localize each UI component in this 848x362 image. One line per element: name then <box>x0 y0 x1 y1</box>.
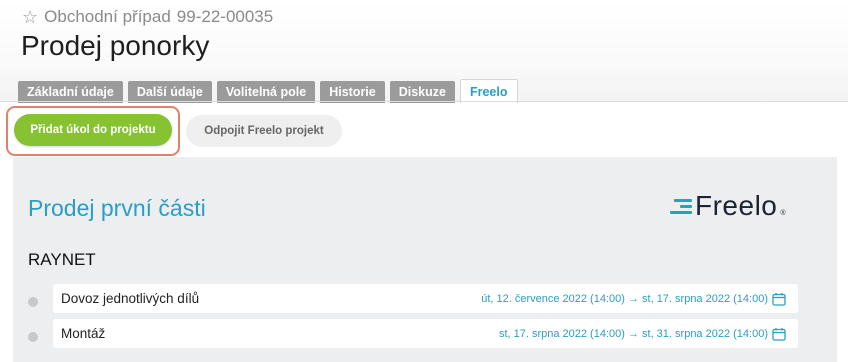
case-number: 99-22-00035 <box>176 7 274 26</box>
tab-freelo[interactable]: Freelo <box>459 79 518 103</box>
task-row[interactable]: Montáž st, 17. srpna 2022 (14:00) → st, … <box>53 319 798 348</box>
tab-label: Volitelná pole <box>225 85 307 99</box>
task-status-dot[interactable] <box>28 332 38 342</box>
freelo-project-panel: Prodej první části Freelo ® RAYNET Dovoz… <box>13 157 837 362</box>
tab-more-info[interactable]: Další údaje <box>127 81 212 103</box>
tab-label: Základní údaje <box>27 85 114 99</box>
task-name: Montáž <box>61 326 106 341</box>
tab-label: Historie <box>329 85 376 99</box>
registered-mark: ® <box>780 210 786 217</box>
tab-bar: Základní údaje Další údaje Volitelná pol… <box>18 79 518 103</box>
add-task-button[interactable]: Přidat úkol do projektu <box>14 114 172 146</box>
case-line: ☆ Obchodní případ 99-22-00035 <box>22 6 273 28</box>
project-title[interactable]: Prodej první části <box>28 195 206 222</box>
tab-label: Diskuze <box>398 85 446 99</box>
freelo-mark-icon <box>668 195 692 217</box>
disconnect-freelo-button[interactable]: Odpojit Freelo projekt <box>186 115 342 147</box>
tab-discussion[interactable]: Diskuze <box>389 81 455 103</box>
task-date-range: st, 17. srpna 2022 (14:00) → st, 31. srp… <box>498 327 768 340</box>
task-status-dot[interactable] <box>28 297 38 307</box>
calendar-icon[interactable] <box>772 327 786 341</box>
page-title: Prodej ponorky <box>21 30 210 61</box>
tab-optional-fields[interactable]: Volitelná pole <box>216 81 316 103</box>
star-icon[interactable]: ☆ <box>22 8 38 26</box>
task-name: Dovoz jednotlivých dílů <box>61 291 200 306</box>
freelo-logo: Freelo ® <box>668 190 786 222</box>
task-dates: st, 17. srpna 2022 (14:00) → st, 31. srp… <box>499 327 786 341</box>
tab-label: Freelo <box>469 84 508 99</box>
add-task-highlight: Přidat úkol do projektu <box>6 106 180 156</box>
tab-history[interactable]: Historie <box>320 81 385 103</box>
task-row[interactable]: Dovoz jednotlivých dílů út, 12. července… <box>53 284 798 313</box>
freelo-wordmark: Freelo <box>695 190 778 221</box>
task-list-title: RAYNET <box>28 250 96 269</box>
task-dates: út, 12. července 2022 (14:00) → st, 17. … <box>481 292 786 306</box>
tab-label: Další údaje <box>136 85 203 99</box>
tabs-divider <box>0 101 848 102</box>
task-date-range: út, 12. července 2022 (14:00) → st, 17. … <box>481 292 768 305</box>
calendar-icon[interactable] <box>772 292 786 306</box>
tab-basic-info[interactable]: Základní údaje <box>18 81 123 103</box>
case-label: Obchodní případ <box>44 7 171 26</box>
